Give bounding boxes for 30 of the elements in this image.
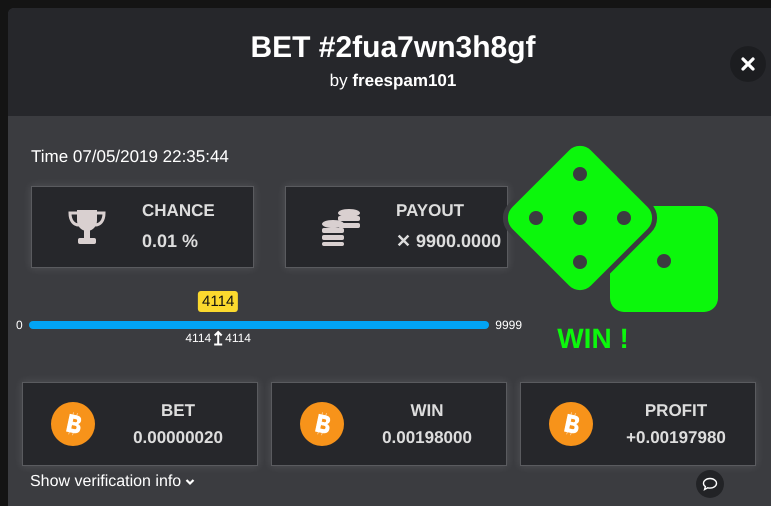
bitcoin-icon: [549, 402, 593, 446]
amount-value: 0.00198000: [381, 427, 473, 449]
chevron-down-icon: [185, 478, 196, 486]
close-button[interactable]: [730, 46, 766, 82]
up-arrow-icon: [213, 330, 224, 346]
chat-button[interactable]: [696, 470, 724, 498]
range-high-value: 4114: [225, 330, 251, 346]
amount-label: BET: [160, 400, 196, 422]
stat-label: CHANCE: [142, 200, 215, 222]
author-byline: by freespam101: [330, 70, 456, 92]
chat-bubble-icon: [702, 477, 718, 491]
amount-value: +0.00197980: [625, 427, 727, 449]
bitcoin-icon: [51, 402, 95, 446]
verification-toggle[interactable]: Show verification info: [30, 470, 196, 494]
range-min: 0: [16, 316, 23, 334]
bitcoin-icon: [300, 402, 344, 446]
stat-label: PAYOUT: [396, 200, 466, 222]
amount-value: 0.00000020: [132, 427, 224, 449]
amount-label: WIN: [409, 400, 445, 422]
coins-icon: [320, 206, 362, 246]
stat-value: 0.01 %: [142, 230, 200, 253]
range-low-value: 4114: [185, 330, 212, 346]
amount-label: PROFIT: [644, 400, 708, 422]
close-icon: [740, 56, 756, 72]
bet-time: Time 07/05/2019 22:35:44: [31, 146, 230, 168]
stat-value: ✕ 9900.0000: [396, 230, 502, 253]
result-marker: 4114: [198, 290, 238, 312]
range-max: 9999: [495, 316, 522, 334]
result-label: WIN !: [557, 322, 629, 356]
modal-title: BET #2fua7wn3h8gf: [250, 30, 536, 64]
